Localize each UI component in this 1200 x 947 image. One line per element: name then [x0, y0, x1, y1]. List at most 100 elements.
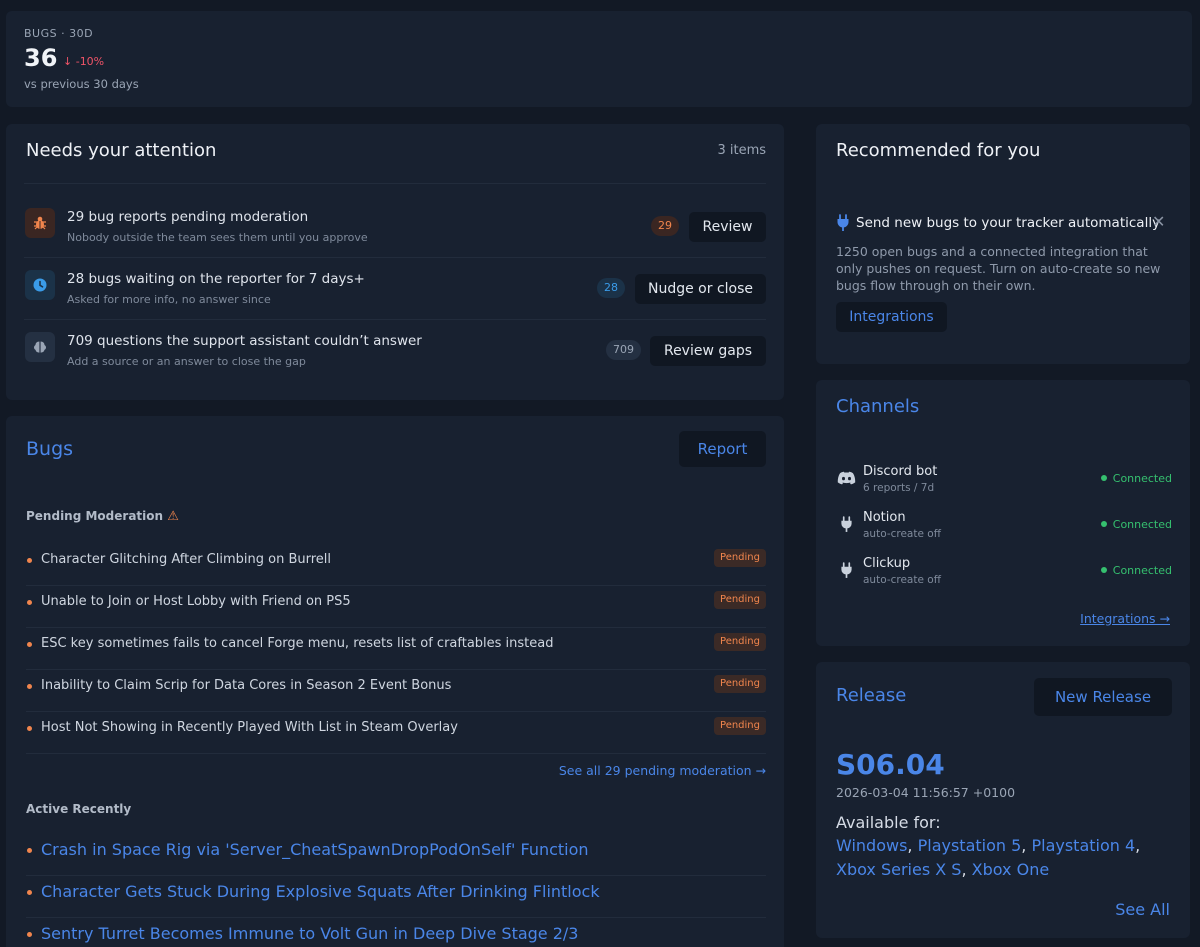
plug-icon [836, 560, 856, 580]
bug-title: ESC key sometimes fails to cancel Forge … [41, 636, 554, 651]
channel-sub: auto-create off [863, 574, 941, 586]
attention-item: 29 bug reports pending moderation Nobody… [24, 196, 766, 256]
attention-item-title: 29 bug reports pending moderation [67, 209, 309, 225]
recommendation-body: 1250 open bugs and a connected integrati… [836, 244, 1161, 293]
bullet [27, 684, 32, 689]
list-item[interactable]: Crash in Space Rig via 'Server_CheatSpaw… [26, 834, 766, 876]
channel-item[interactable]: Notion auto-create off Connected [836, 508, 1172, 548]
status-text: Connected [1112, 518, 1172, 531]
plug-icon [836, 214, 850, 236]
attention-item: 709 questions the support assistant coul… [24, 320, 766, 380]
stat-change: ↓ -10% [63, 55, 104, 68]
nudge-or-close-button[interactable]: Nudge or close [635, 274, 766, 304]
stat-label: BUGS · 30D [24, 27, 94, 40]
available-for-label: Available for: [836, 813, 941, 832]
attention-item-title: 28 bugs waiting on the reporter for 7 da… [67, 271, 365, 287]
bullet [27, 890, 32, 895]
list-item[interactable]: Inability to Claim Scrip for Data Cores … [26, 670, 766, 712]
see-all-link[interactable]: See All [1115, 900, 1170, 919]
attention-item-subtitle: Add a source or an answer to close the g… [67, 355, 306, 368]
channel-sub: auto-create off [863, 528, 941, 540]
platform-link-xbox-series[interactable]: Xbox Series X S [836, 860, 961, 879]
list-item[interactable]: Character Gets Stuck During Explosive Sq… [26, 876, 766, 918]
list-item[interactable]: Sentry Turret Becomes Immune to Volt Gun… [26, 918, 766, 947]
attention-count: 3 items [717, 143, 766, 158]
stat-subtitle: vs previous 30 days [24, 77, 139, 91]
platform-link-xbox-one[interactable]: Xbox One [972, 860, 1050, 879]
bug-icon [25, 208, 55, 238]
attention-item: 28 bugs waiting on the reporter for 7 da… [24, 258, 766, 318]
status-badge: Connected [1100, 472, 1172, 485]
discord-icon [836, 468, 856, 488]
bug-title: Host Not Showing in Recently Played With… [41, 720, 458, 735]
bug-title: Inability to Claim Scrip for Data Cores … [41, 678, 452, 693]
attention-item-title: 709 questions the support assistant coul… [67, 333, 422, 349]
attention-card: Needs your attention 3 items 29 bug repo… [6, 124, 784, 400]
channel-name: Clickup [863, 556, 911, 571]
status-badge: Connected [1100, 564, 1172, 577]
status-dot [1100, 567, 1107, 573]
bug-link[interactable]: Sentry Turret Becomes Immune to Volt Gun… [41, 924, 578, 943]
attention-title: Needs your attention [26, 140, 217, 161]
recommendation-title: Send new bugs to your tracker automatica… [856, 215, 1161, 231]
channels-card: Channels Discord bot 6 reports / 7d Conn… [816, 380, 1190, 646]
bug-title: Character Glitching After Climbing on Bu… [41, 552, 332, 567]
recommended-title: Recommended for you [836, 140, 1041, 161]
channel-sub: 6 reports / 7d [863, 482, 935, 494]
bug-link[interactable]: Crash in Space Rig via 'Server_CheatSpaw… [41, 840, 589, 859]
report-button[interactable]: Report [679, 431, 766, 467]
count-badge: 29 [651, 216, 679, 236]
review-gaps-button[interactable]: Review gaps [650, 336, 766, 366]
channel-item[interactable]: Clickup auto-create off Connected [836, 554, 1172, 594]
list-item[interactable]: Unable to Join or Host Lobby with Friend… [26, 586, 766, 628]
bug-title: Unable to Join or Host Lobby with Friend… [41, 594, 351, 609]
bullet [27, 932, 32, 937]
recommended-card: Recommended for you Send new bugs to you… [816, 124, 1190, 364]
pending-moderation-label-text: Pending Moderation [26, 509, 164, 523]
status-dot [1100, 475, 1107, 481]
platform-list: Windows, Playstation 5, Playstation 4, X… [836, 836, 1141, 879]
platform-link-windows[interactable]: Windows [836, 836, 907, 855]
platform-link-ps4[interactable]: Playstation 4 [1031, 836, 1135, 855]
status-badge: Pending [714, 549, 766, 567]
bullet [27, 642, 32, 647]
status-badge: Connected [1100, 518, 1172, 531]
status-badge: Pending [714, 675, 766, 693]
bullet [27, 848, 32, 853]
review-button[interactable]: Review [689, 212, 766, 242]
brain-icon [25, 332, 55, 362]
status-badge: Pending [714, 717, 766, 735]
arrow-down-icon: ↓ [63, 55, 73, 68]
platform-link-ps5[interactable]: Playstation 5 [918, 836, 1022, 855]
bug-link[interactable]: Character Gets Stuck During Explosive Sq… [41, 882, 600, 901]
list-item[interactable]: Character Glitching After Climbing on Bu… [26, 544, 766, 586]
bullet [27, 600, 32, 605]
channel-item[interactable]: Discord bot 6 reports / 7d Connected [836, 462, 1172, 502]
divider [24, 183, 766, 184]
stat-value: 36 [24, 44, 58, 72]
clock-icon [25, 270, 55, 300]
bugs-card: Bugs Report Pending Moderation ⚠ Charact… [6, 416, 784, 947]
integrations-button[interactable]: Integrations [836, 302, 947, 332]
release-title: Release [836, 685, 907, 706]
list-item[interactable]: Host Not Showing in Recently Played With… [26, 712, 766, 754]
bugs-stat-card: BUGS · 30D 36 ↓ -10% vs previous 30 days [6, 11, 1192, 107]
attention-item-subtitle: Nobody outside the team sees them until … [67, 231, 368, 244]
pending-moderation-label: Pending Moderation ⚠ [26, 509, 179, 524]
list-item[interactable]: ESC key sometimes fails to cancel Forge … [26, 628, 766, 670]
release-date: 2026-03-04 11:56:57 +0100 [836, 785, 1016, 800]
status-badge: Pending [714, 633, 766, 651]
count-badge: 709 [606, 340, 641, 360]
see-all-pending-link[interactable]: See all 29 pending moderation → [559, 763, 766, 778]
status-dot [1100, 521, 1107, 527]
status-badge: Pending [714, 591, 766, 609]
stat-change-value: -10% [75, 55, 105, 68]
channel-name: Discord bot [863, 464, 938, 479]
plug-icon [836, 514, 856, 534]
integrations-link[interactable]: Integrations → [1080, 611, 1170, 626]
bullet [27, 558, 32, 563]
close-icon[interactable]: ✕ [1152, 212, 1165, 231]
channels-title: Channels [836, 396, 920, 417]
new-release-button[interactable]: New Release [1034, 678, 1172, 716]
bugs-title: Bugs [26, 438, 74, 460]
